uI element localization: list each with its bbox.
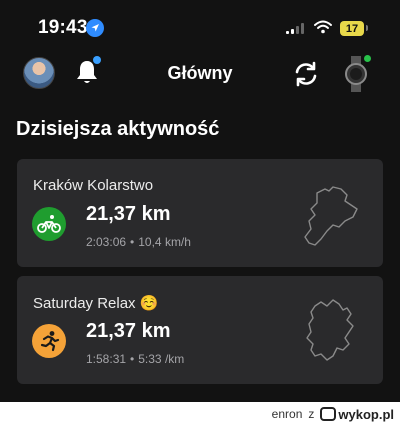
activity-name: Saturday Relax ☺️ [33,295,159,312]
activity-card[interactable]: Saturday Relax ☺️ 21,37 km 1:58:31 • 5:33 … [17,276,383,384]
activity-pace: 10,4 km/h [138,235,191,249]
run-icon [40,331,60,352]
activity-type-badge [32,324,66,358]
watermark-user: enron [271,407,303,421]
status-time: 19:43 [38,17,88,38]
route-map-thumbnail [304,186,358,246]
activity-duration: 2:03:06 [86,235,127,249]
app-header: Główny [0,50,400,100]
wykop-logo-icon [320,407,337,421]
activity-duration: 1:58:31 [86,352,127,366]
wifi-icon [314,20,332,34]
wykop-site: wykop.pl [338,406,394,422]
location-arrow-icon [86,19,104,37]
sync-icon[interactable] [292,60,320,88]
activity-pace: 5:33 /km [138,352,185,366]
watch-connected-dot [364,55,371,62]
battery-icon: 17 [340,21,364,36]
activity-meta: 2:03:06 • 10,4 km/h [86,235,191,249]
activity-distance: 21,37 km [86,203,171,225]
activity-distance: 21,37 km [86,320,171,342]
activity-card[interactable]: Kraków Kolarstwo 21,37 km 2:03:06 • 10,4 k… [17,159,383,267]
route-map-thumbnail [306,299,354,361]
status-bar: 19:43 17 [0,0,400,46]
meta-separator: • [130,235,135,249]
watermark: enron z wykop.pl [272,404,394,424]
battery-tip [366,25,368,31]
activity-meta: 1:58:31 • 5:33 /km [86,352,184,366]
cellular-signal-icon [286,23,304,34]
meta-separator: • [130,352,135,366]
wykop-logo: wykop.pl [320,407,394,422]
section-title: Dzisiejsza aktywność [16,118,220,140]
watch-icon[interactable] [345,56,367,92]
app-screen: 19:43 17 Główny Dzisiejsza aktywność Kra… [0,0,400,402]
bike-icon [37,215,61,233]
battery-level: 17 [345,22,359,35]
page-title: Główny [167,63,233,83]
watermark-tag: z [308,407,315,421]
activity-type-badge [32,207,66,241]
activity-name: Kraków Kolarstwo [33,177,154,194]
